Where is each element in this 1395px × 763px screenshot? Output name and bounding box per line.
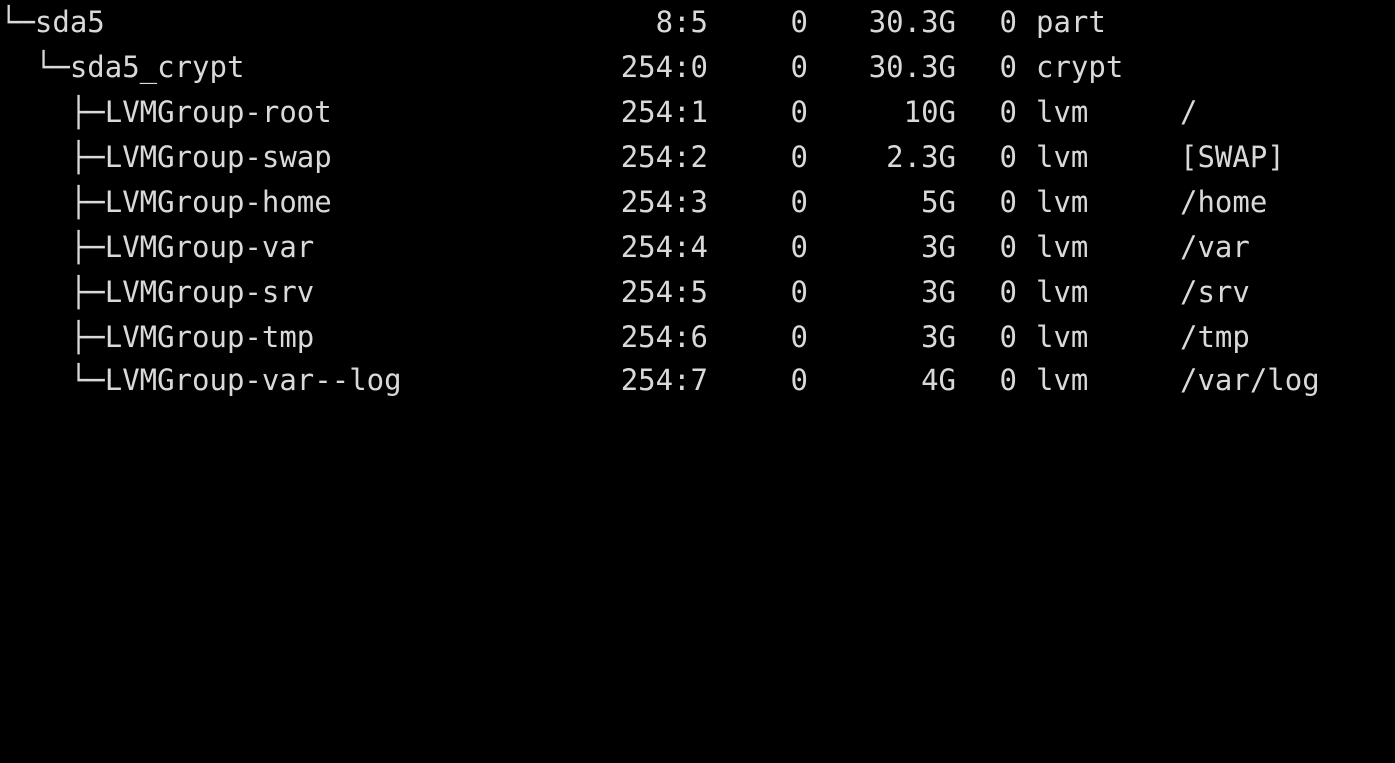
device-maj-min: 254:1 xyxy=(620,95,708,129)
device-mountpoint: [SWAP] xyxy=(1180,140,1285,174)
device-size: 30.3G xyxy=(868,50,956,84)
device-maj-min: 254:7 xyxy=(620,363,708,397)
device-row: ├─LVMGroup-tmp 254:6 0 3G 0 lvm /tmp xyxy=(0,315,1395,360)
device-row: └─sda5 8:5 0 30.3G 0 part xyxy=(0,0,1395,45)
device-name: └─sda5_crypt xyxy=(0,50,245,84)
device-read-only: 0 xyxy=(999,95,1017,129)
device-type: lvm xyxy=(1036,95,1089,129)
device-row: ├─LVMGroup-srv 254:5 0 3G 0 lvm /srv xyxy=(0,270,1395,315)
device-read-only: 0 xyxy=(999,5,1017,39)
device-size: 3G xyxy=(921,275,956,309)
device-removable: 0 xyxy=(790,363,808,397)
device-type: part xyxy=(1036,5,1106,39)
device-name: └─LVMGroup-var--log xyxy=(0,363,402,397)
device-mountpoint: /tmp xyxy=(1180,320,1250,354)
device-mountpoint: /home xyxy=(1180,185,1268,219)
device-name: ├─LVMGroup-root xyxy=(0,95,332,129)
device-type: lvm xyxy=(1036,320,1089,354)
device-maj-min: 254:0 xyxy=(620,50,708,84)
device-removable: 0 xyxy=(790,230,808,264)
device-read-only: 0 xyxy=(999,140,1017,174)
device-type: lvm xyxy=(1036,185,1089,219)
device-row: └─sda5_crypt 254:0 0 30.3G 0 crypt xyxy=(0,45,1395,90)
device-name: └─sda5 xyxy=(0,5,105,39)
device-row: ├─LVMGroup-home 254:3 0 5G 0 lvm /home xyxy=(0,180,1395,225)
device-type: crypt xyxy=(1036,50,1124,84)
device-read-only: 0 xyxy=(999,363,1017,397)
device-read-only: 0 xyxy=(999,185,1017,219)
device-size: 4G xyxy=(921,363,956,397)
terminal-window[interactable]: └─sda5 8:5 0 30.3G 0 part └─sda5_crypt 2… xyxy=(0,0,1395,403)
device-name: ├─LVMGroup-tmp xyxy=(0,320,315,354)
device-row: ├─LVMGroup-var 254:4 0 3G 0 lvm /var xyxy=(0,225,1395,270)
device-removable: 0 xyxy=(790,5,808,39)
device-removable: 0 xyxy=(790,95,808,129)
device-size: 3G xyxy=(921,320,956,354)
device-maj-min: 254:6 xyxy=(620,320,708,354)
device-read-only: 0 xyxy=(999,230,1017,264)
device-maj-min: 254:3 xyxy=(620,185,708,219)
device-removable: 0 xyxy=(790,140,808,174)
device-mountpoint: /srv xyxy=(1180,275,1250,309)
device-name: ├─LVMGroup-srv xyxy=(0,275,315,309)
device-removable: 0 xyxy=(790,320,808,354)
device-name: ├─LVMGroup-home xyxy=(0,185,332,219)
device-read-only: 0 xyxy=(999,275,1017,309)
device-read-only: 0 xyxy=(999,320,1017,354)
device-read-only: 0 xyxy=(999,50,1017,84)
device-row: ├─LVMGroup-swap 254:2 0 2.3G 0 lvm [SWAP… xyxy=(0,135,1395,180)
device-name: ├─LVMGroup-swap xyxy=(0,140,332,174)
device-type: lvm xyxy=(1036,140,1089,174)
device-row: └─LVMGroup-var--log 254:7 0 4G 0 lvm /va… xyxy=(0,358,1395,403)
device-maj-min: 8:5 xyxy=(655,5,708,39)
device-name: ├─LVMGroup-var xyxy=(0,230,315,264)
device-mountpoint: /var xyxy=(1180,230,1250,264)
device-maj-min: 254:5 xyxy=(620,275,708,309)
device-maj-min: 254:2 xyxy=(620,140,708,174)
device-size: 3G xyxy=(921,230,956,264)
device-removable: 0 xyxy=(790,50,808,84)
device-type: lvm xyxy=(1036,363,1089,397)
device-type: lvm xyxy=(1036,275,1089,309)
device-mountpoint: / xyxy=(1180,95,1198,129)
device-size: 10G xyxy=(903,95,956,129)
device-removable: 0 xyxy=(790,275,808,309)
device-maj-min: 254:4 xyxy=(620,230,708,264)
device-size: 2.3G xyxy=(886,140,956,174)
device-row: ├─LVMGroup-root 254:1 0 10G 0 lvm / xyxy=(0,90,1395,135)
device-size: 30.3G xyxy=(868,5,956,39)
device-removable: 0 xyxy=(790,185,808,219)
device-type: lvm xyxy=(1036,230,1089,264)
device-size: 5G xyxy=(921,185,956,219)
device-mountpoint: /var/log xyxy=(1180,363,1320,397)
